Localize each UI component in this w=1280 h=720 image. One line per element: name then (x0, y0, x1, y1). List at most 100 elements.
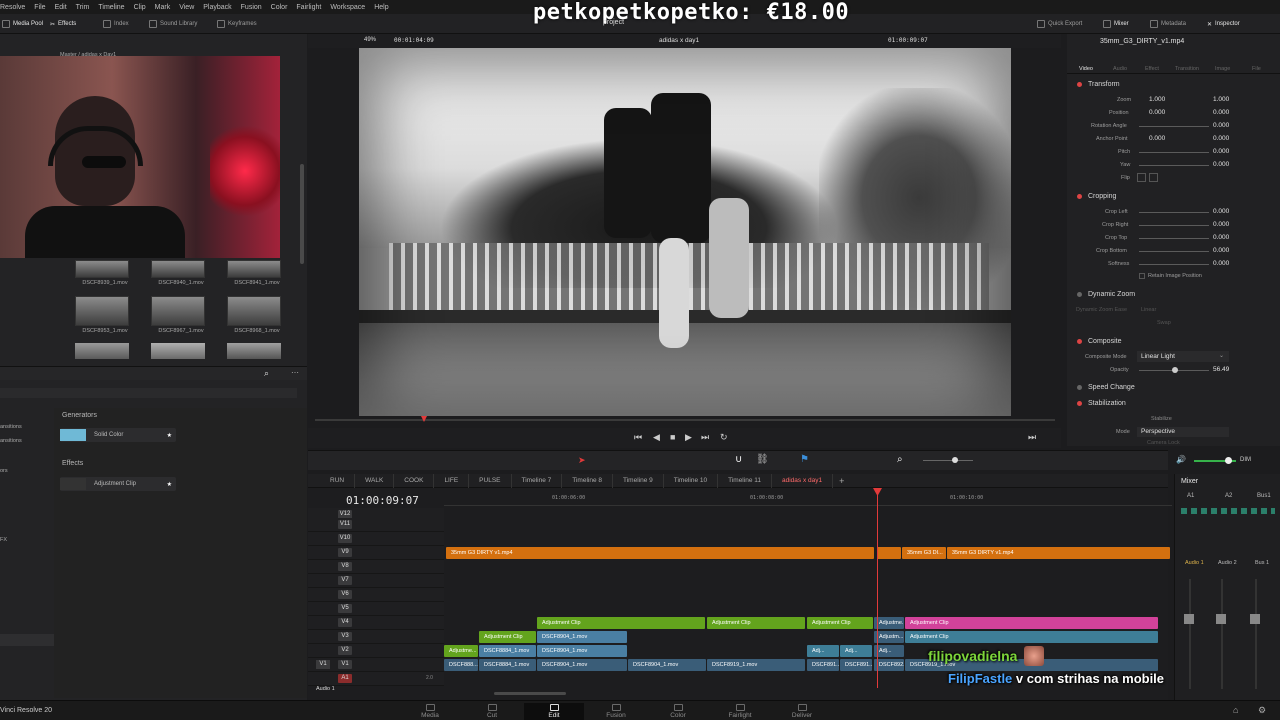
timeline-tab[interactable]: Timeline 7 (512, 473, 563, 488)
cropping-section-header[interactable]: Cropping (1077, 193, 1116, 200)
fader-knob-a2[interactable] (1216, 614, 1226, 624)
crop-right-field[interactable]: 0.000 (1213, 221, 1229, 228)
link-icon[interactable]: ⛓ (756, 454, 769, 465)
section-enable-icon[interactable] (1077, 339, 1082, 344)
inspector-tab-video[interactable]: Video (1079, 66, 1093, 72)
dim-button[interactable]: DIM (1240, 457, 1251, 463)
crop-right-slider[interactable] (1139, 225, 1209, 226)
track-label[interactable]: V8 (338, 562, 352, 571)
rotation-slider[interactable] (1139, 126, 1209, 127)
more-options-icon[interactable]: ⋯ (291, 368, 299, 377)
speaker-icon[interactable]: 🔊 (1176, 455, 1186, 464)
section-enable-icon[interactable] (1077, 292, 1082, 297)
inspector-tab-effect[interactable]: Effect (1145, 66, 1159, 72)
media-clip[interactable]: DSCF8968_1.mov (227, 296, 287, 334)
metadata-button[interactable]: Metadata (1150, 18, 1186, 30)
crop-bottom-slider[interactable] (1139, 251, 1209, 252)
track-label[interactable]: V6 (338, 590, 352, 599)
swap-button[interactable]: Swap (1157, 320, 1171, 326)
timeline-tab-active[interactable]: adidas x day1 (772, 473, 834, 488)
flip-horizontal-icon[interactable] (1137, 173, 1146, 182)
inspector-tab-file[interactable]: File (1252, 66, 1261, 72)
media-scrollbar[interactable] (300, 164, 304, 264)
search-icon[interactable]: ⌕ (264, 368, 269, 379)
timeline-clip[interactable]: Adjustment Clip (479, 631, 536, 643)
timeline-clip[interactable]: 35mm G3 DIRTY v1.mp4 (446, 547, 874, 559)
add-timeline-icon[interactable]: + (833, 476, 844, 486)
media-clip[interactable]: DSCF8953_1.mov (75, 296, 135, 334)
timeline-clip[interactable]: Adjustment Clip (537, 617, 705, 629)
track-label[interactable]: V4 (338, 618, 352, 627)
settings-gear-icon[interactable]: ⚙ (1258, 705, 1266, 716)
marker-flag-icon[interactable]: ⚑ (800, 454, 809, 465)
timeline-scrollbar[interactable] (494, 692, 566, 695)
section-enable-icon[interactable] (1077, 194, 1082, 199)
timeline-clip[interactable]: 35mm G3 DI... (902, 547, 946, 559)
track-label[interactable]: V3 (338, 632, 352, 641)
pitch-slider[interactable] (1139, 152, 1209, 153)
menu-fairlight[interactable]: Fairlight (296, 4, 321, 11)
dynamic-zoom-section-header[interactable]: Dynamic Zoom (1077, 291, 1135, 298)
softness-field[interactable]: 0.000 (1213, 260, 1229, 267)
media-clip[interactable]: DSCF8939_1.mov (75, 260, 135, 286)
page-fusion[interactable]: Fusion (586, 703, 646, 720)
timeline-clip[interactable]: Adjustment Clip (707, 617, 805, 629)
page-color[interactable]: Color (648, 703, 708, 720)
menu-mark[interactable]: Mark (155, 4, 171, 11)
rotation-field[interactable]: 0.000 (1213, 122, 1229, 129)
menu-clip[interactable]: Clip (134, 4, 146, 11)
viewer-scrub-bar[interactable] (315, 419, 1055, 421)
fader-track[interactable] (1189, 579, 1191, 689)
play-reverse-icon[interactable]: ◀ (653, 432, 660, 443)
track-label[interactable]: V7 (338, 576, 352, 585)
section-enable-icon[interactable] (1077, 385, 1082, 390)
crop-left-field[interactable]: 0.000 (1213, 208, 1229, 215)
fader-knob-bus1[interactable] (1250, 614, 1260, 624)
menu-trim[interactable]: Trim (76, 4, 90, 11)
fader-track[interactable] (1221, 579, 1223, 689)
timeline-clip[interactable]: DSCF8904_1.mov (537, 645, 627, 657)
zoom-icon[interactable]: ⌕ (897, 454, 903, 465)
inspector-button[interactable]: ✕ Inspector (1207, 18, 1240, 30)
timeline-zoom-slider[interactable] (923, 460, 973, 461)
timeline-playhead[interactable] (877, 488, 878, 688)
media-clip[interactable]: DSCF8941_1.mov (227, 260, 287, 286)
timeline-clip[interactable]: Adj... (874, 645, 904, 657)
position-y-field[interactable]: 0.000 (1213, 109, 1229, 116)
timeline-tab[interactable]: Timeline 11 (718, 473, 772, 488)
media-pool-button[interactable]: Media Pool (2, 18, 43, 30)
pitch-field[interactable]: 0.000 (1213, 148, 1229, 155)
timeline-clip[interactable]: DSCF891... (840, 659, 872, 671)
timeline-clip[interactable]: DSCF8884_1.mov (479, 645, 536, 657)
track-label[interactable]: V10 (338, 534, 352, 543)
home-icon[interactable]: ⌂ (1233, 705, 1238, 715)
menu-help[interactable]: Help (374, 4, 388, 11)
menu-color[interactable]: Color (271, 4, 288, 11)
menu-workspace[interactable]: Workspace (330, 4, 365, 11)
media-clip[interactable]: DSCF8967_1.mov (151, 296, 211, 334)
anchor-y-field[interactable]: 0.000 (1213, 135, 1229, 142)
keyframes-button[interactable]: Keyframes (217, 18, 257, 30)
timeline-zoom-knob[interactable] (952, 457, 958, 463)
snapping-icon[interactable]: ∪ (735, 454, 742, 465)
timeline-tab[interactable]: Timeline 8 (562, 473, 613, 488)
section-enable-icon[interactable] (1077, 401, 1082, 406)
track-label[interactable]: V5 (338, 604, 352, 613)
timeline-tab[interactable]: WALK (355, 473, 395, 488)
mixer-button[interactable]: Mixer (1103, 18, 1129, 30)
track-label[interactable]: V2 (338, 646, 352, 655)
go-to-end-icon[interactable]: ⏭ (701, 432, 709, 443)
timeline-clip[interactable]: DSCF8904_1.mov (537, 631, 627, 643)
track-label[interactable]: V9 (338, 548, 352, 557)
favorite-star-icon[interactable]: ★ (167, 432, 172, 439)
effects-tree-item[interactable]: ansitions (0, 438, 22, 444)
timeline-clip[interactable]: DSCF892... (874, 659, 904, 671)
effects-tree-selected[interactable] (0, 634, 54, 646)
timeline-tab[interactable]: PULSE (469, 473, 512, 488)
timeline-clip[interactable]: DSCF888... (444, 659, 478, 671)
clip-thumbnail[interactable] (151, 343, 205, 359)
page-cut[interactable]: Cut (462, 703, 522, 720)
timeline-tab[interactable]: COOK (394, 473, 435, 488)
mixer-fx-row[interactable] (1181, 508, 1275, 514)
timeline-clip[interactable] (877, 547, 901, 559)
